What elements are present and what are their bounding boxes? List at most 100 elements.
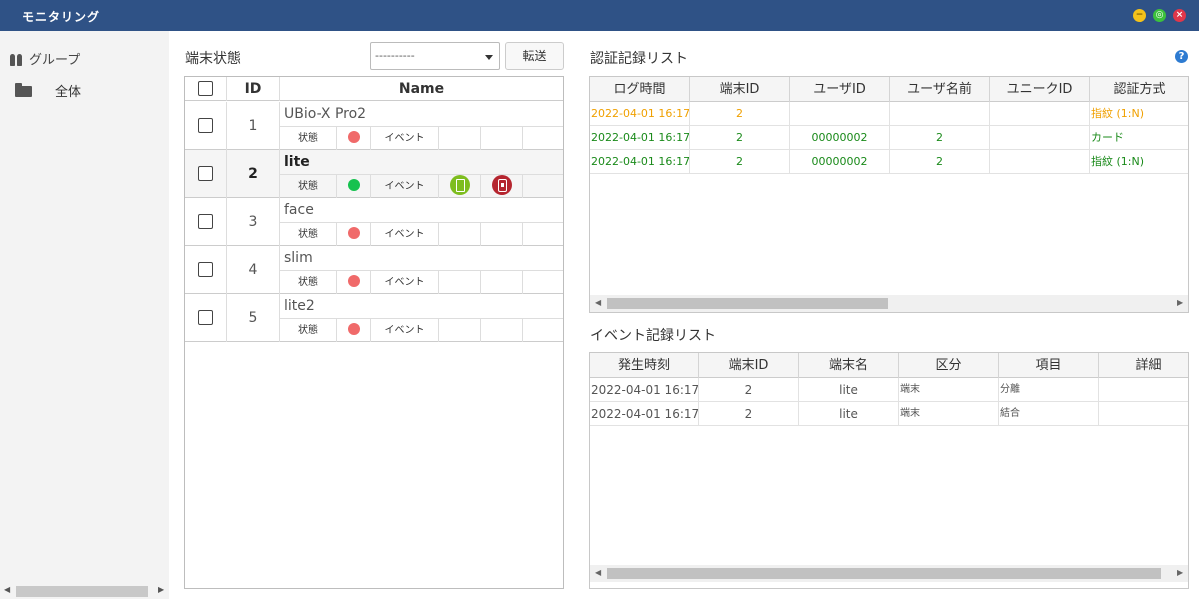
scroll-left-icon[interactable]: ◀	[595, 298, 601, 307]
close-icon[interactable]: ×	[1173, 9, 1186, 22]
scroll-left-icon[interactable]: ◀	[595, 568, 601, 577]
event-cell-category: 端末	[899, 378, 999, 402]
event-cell-item: 分離	[999, 378, 1099, 402]
select-all-checkbox[interactable]	[198, 81, 213, 96]
event-col-device-id[interactable]: 端末ID	[699, 353, 799, 378]
event-col-device-name[interactable]: 端末名	[799, 353, 899, 378]
auth-cell-user-name	[890, 102, 990, 126]
status-label: 状態	[280, 223, 337, 246]
auth-col-unique-id[interactable]: ユニークID	[990, 77, 1090, 102]
event-cell-time: 2022-04-01 16:17:49	[590, 378, 699, 402]
event-col-category[interactable]: 区分	[899, 353, 999, 378]
event-label[interactable]: イベント	[371, 223, 439, 246]
status-label: 状態	[280, 127, 337, 150]
auth-log-title: 認証記録リスト	[590, 51, 688, 67]
door-open-icon[interactable]	[449, 175, 470, 195]
device-checkbox[interactable]	[198, 118, 213, 133]
auth-log-scrollbar[interactable]: ◀ ▶	[590, 295, 1188, 312]
device-name: face	[284, 202, 314, 218]
device-row[interactable]: 2 lite 状態 イベント	[185, 150, 563, 198]
scroll-right-icon[interactable]: ▶	[158, 585, 164, 594]
status-indicator-cell	[337, 271, 371, 294]
auth-cell-device-id: 2	[690, 150, 790, 174]
door-cell	[439, 175, 481, 198]
event-label[interactable]: イベント	[371, 319, 439, 342]
event-cell-device-name: lite	[799, 402, 899, 426]
status-dot-icon	[347, 275, 360, 287]
auth-col-method[interactable]: 認証方式	[1090, 77, 1188, 102]
transfer-target-select[interactable]: ----------	[370, 42, 500, 70]
event-log-scrollbar[interactable]: ◀ ▶	[590, 565, 1188, 582]
device-checkbox[interactable]	[198, 166, 213, 181]
door-cell	[439, 319, 481, 342]
auth-col-user-id[interactable]: ユーザID	[790, 77, 890, 102]
device-id: 5	[227, 294, 280, 342]
device-id: 2	[227, 150, 280, 198]
device-row[interactable]: 3 face 状態 イベント	[185, 198, 563, 246]
sidebar-horizontal-scrollbar[interactable]: ◀ ▶	[0, 583, 169, 599]
auth-col-time[interactable]: ログ時間	[590, 77, 690, 102]
event-col-detail[interactable]: 詳細	[1099, 353, 1188, 378]
scrollbar-thumb[interactable]	[607, 298, 888, 309]
group-item-label: 全体	[55, 85, 82, 100]
event-cell-category: 端末	[899, 402, 999, 426]
auth-log-row[interactable]: 2022-04-01 16:17:532000000022カード	[590, 126, 1188, 150]
scroll-right-icon[interactable]: ▶	[1177, 298, 1183, 307]
event-log-header: 発生時刻 端末ID 端末名 区分 項目 詳細	[590, 353, 1188, 378]
scrollbar-thumb[interactable]	[16, 586, 148, 597]
event-log-row[interactable]: 2022-04-01 16:17:492lite端末分離	[590, 378, 1188, 402]
scroll-left-icon[interactable]: ◀	[4, 585, 10, 594]
event-label[interactable]: イベント	[371, 271, 439, 294]
door-lock-icon[interactable]	[491, 175, 512, 195]
status-dot-icon	[347, 227, 360, 239]
minimize-icon[interactable]: −	[1133, 9, 1146, 22]
device-row[interactable]: 1 UBio-X Pro2 状態 イベント	[185, 102, 563, 150]
device-select-cell	[185, 246, 227, 294]
scrollbar-thumb[interactable]	[607, 568, 1161, 579]
device-row[interactable]: 4 slim 状態 イベント	[185, 246, 563, 294]
device-sub-row: 状態 イベント	[280, 318, 563, 342]
group-sidebar: グループ 全体 ◀ ▶	[0, 31, 169, 599]
group-item-all[interactable]: 全体	[15, 81, 81, 100]
event-log-title: イベント記録リスト	[590, 328, 716, 344]
auth-log-row[interactable]: 2022-04-01 16:17:562 指紋 (1:N)	[590, 102, 1188, 126]
event-log-row[interactable]: 2022-04-01 16:17:482lite端末結合	[590, 402, 1188, 426]
door-cell	[439, 223, 481, 246]
transfer-button[interactable]: 転送	[505, 42, 564, 70]
event-label[interactable]: イベント	[371, 127, 439, 150]
status-label: 状態	[280, 271, 337, 294]
scroll-right-icon[interactable]: ▶	[1177, 568, 1183, 577]
event-cell-device-id: 2	[699, 378, 799, 402]
device-name: slim	[284, 250, 313, 266]
window-title: モニタリング	[22, 10, 101, 24]
device-sub-row: 状態 イベント	[280, 174, 563, 198]
device-row[interactable]: 5 lite2 状態 イベント	[185, 294, 563, 342]
maximize-icon[interactable]: ◎	[1153, 9, 1166, 22]
device-checkbox[interactable]	[198, 214, 213, 229]
event-cell-detail	[1099, 402, 1188, 426]
lock-cell	[481, 175, 523, 198]
event-label[interactable]: イベント	[371, 175, 439, 198]
auth-log-header: ログ時間 端末ID ユーザID ユーザ名前 ユニークID 認証方式	[590, 77, 1188, 102]
empty-cell	[523, 223, 563, 246]
event-log-grid: 発生時刻 端末ID 端末名 区分 項目 詳細 2022-04-01 16:17:…	[589, 352, 1189, 589]
auth-cell-method: カード	[1090, 126, 1188, 150]
status-indicator-cell	[337, 127, 371, 150]
event-cell-item: 結合	[999, 402, 1099, 426]
auth-log-row[interactable]: 2022-04-01 16:17:522000000022指紋 (1:N)	[590, 150, 1188, 174]
status-indicator-cell	[337, 175, 371, 198]
auth-cell-unique-id	[990, 150, 1090, 174]
event-col-time[interactable]: 発生時刻	[590, 353, 699, 378]
device-table-header: ID Name	[185, 77, 563, 101]
device-sub-row: 状態 イベント	[280, 270, 563, 294]
help-icon[interactable]: ?	[1175, 50, 1188, 63]
lock-cell	[481, 223, 523, 246]
auth-col-device-id[interactable]: 端末ID	[690, 77, 790, 102]
auth-cell-user-id: 00000002	[790, 150, 890, 174]
auth-col-user-name[interactable]: ユーザ名前	[890, 77, 990, 102]
device-status-title: 端末状態	[185, 51, 241, 67]
device-checkbox[interactable]	[198, 310, 213, 325]
event-col-item[interactable]: 項目	[999, 353, 1099, 378]
device-id: 4	[227, 246, 280, 294]
device-checkbox[interactable]	[198, 262, 213, 277]
